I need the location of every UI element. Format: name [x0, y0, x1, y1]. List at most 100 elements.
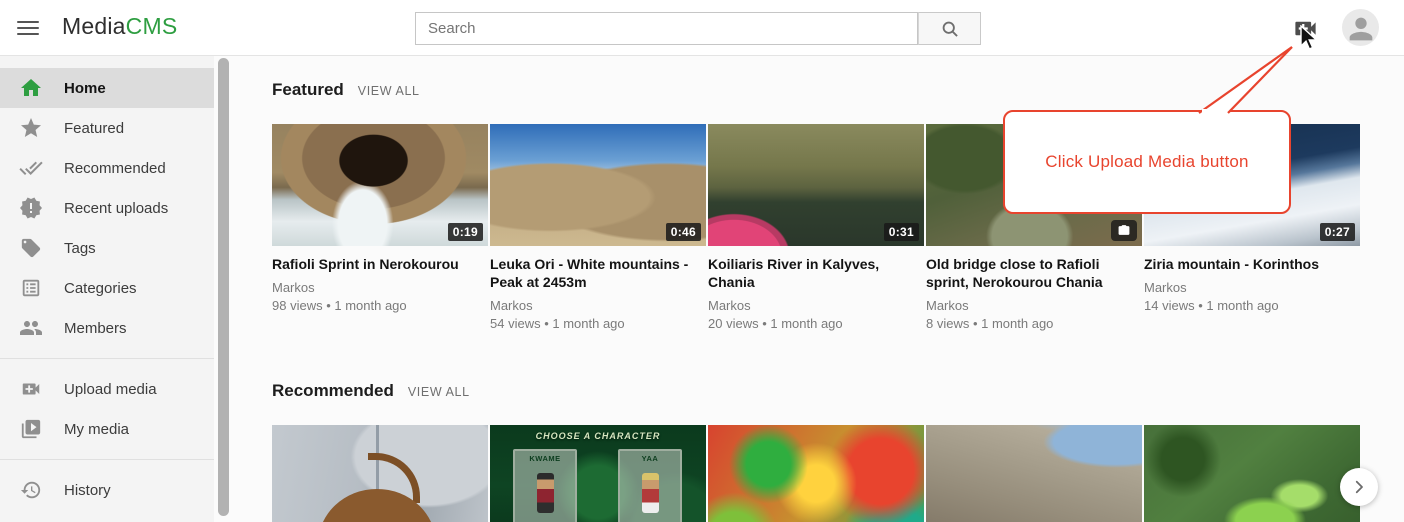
- sidebar-item-members[interactable]: Members: [0, 308, 214, 348]
- video-card[interactable]: 0:19 Rafioli Sprint in Nerokourou Markos…: [272, 124, 488, 331]
- game-character-panel: YAA: [618, 449, 682, 522]
- game-character-panel: KWAME: [513, 449, 577, 522]
- sidebar-divider: [0, 358, 214, 359]
- video-thumbnail-game-character-select[interactable]: CHOOSE A CHARACTER KWAME YAA Selected Se…: [490, 425, 706, 522]
- video-author[interactable]: Markos: [272, 280, 488, 295]
- video-title[interactable]: Koiliaris River in Kalyves, Chania: [708, 255, 924, 291]
- sidebar-item-categories[interactable]: Categories: [0, 268, 214, 308]
- video-author[interactable]: Markos: [926, 298, 1142, 313]
- carousel-next-button[interactable]: [1340, 468, 1378, 506]
- video-library-icon: [19, 417, 43, 441]
- sidebar-item-label: Members: [64, 320, 127, 337]
- sidebar-scrollbar[interactable]: [218, 58, 229, 516]
- video-card[interactable]: CHOOSE A CHARACTER KWAME YAA Selected Se…: [490, 425, 706, 522]
- user-avatar[interactable]: [1342, 9, 1379, 46]
- annotation-callout: Click Upload Media button: [1003, 110, 1291, 214]
- game-character-sprite: [642, 473, 659, 513]
- sidebar-item-label: Home: [64, 80, 106, 97]
- video-card[interactable]: [1144, 425, 1360, 522]
- upload-media-icon: [1292, 15, 1319, 42]
- video-author[interactable]: Markos: [708, 298, 924, 313]
- menu-icon[interactable]: [14, 16, 42, 40]
- sidebar-item-upload-media[interactable]: Upload media: [0, 369, 214, 409]
- featured-section-header: Featured VIEW ALL: [272, 80, 1404, 100]
- categories-icon: [19, 276, 43, 300]
- section-title: Featured: [272, 80, 344, 100]
- video-title[interactable]: Ziria mountain - Korinthos: [1144, 255, 1360, 273]
- camera-icon: [1117, 224, 1131, 237]
- sidebar-item-featured[interactable]: Featured: [0, 108, 214, 148]
- video-thumbnail-color-blur[interactable]: [708, 425, 924, 522]
- video-card[interactable]: 0:46 Leuka Ori - White mountains - Peak …: [490, 124, 706, 331]
- video-meta: 8 views • 1 month ago: [926, 316, 1142, 331]
- logo-media: Media: [62, 13, 126, 39]
- video-meta: 20 views • 1 month ago: [708, 316, 924, 331]
- photo-badge: [1111, 220, 1137, 241]
- video-card[interactable]: [926, 425, 1142, 522]
- sidebar-item-recent-uploads[interactable]: Recent uploads: [0, 188, 214, 228]
- search-input[interactable]: [415, 12, 918, 45]
- recommended-view-all-link[interactable]: VIEW ALL: [408, 385, 470, 399]
- search-bar: [415, 12, 981, 45]
- game-character-name: YAA: [620, 454, 680, 463]
- video-thumbnail-rocky-ridge[interactable]: [926, 425, 1142, 522]
- sidebar-item-label: My media: [64, 421, 129, 438]
- new-releases-icon: [19, 196, 43, 220]
- home-icon: [19, 76, 43, 100]
- game-screen-heading: CHOOSE A CHARACTER: [490, 431, 706, 441]
- search-button[interactable]: [918, 12, 981, 45]
- sidebar: Home Featured Recommended Recent uploads…: [0, 56, 214, 522]
- video-thumbnail-fountain[interactable]: 0:19: [272, 124, 488, 246]
- video-title[interactable]: Rafioli Sprint in Nerokourou: [272, 255, 488, 273]
- sidebar-item-label: Upload media: [64, 381, 157, 398]
- featured-view-all-link[interactable]: VIEW ALL: [358, 84, 420, 98]
- chevron-right-icon: [1350, 478, 1368, 496]
- history-icon: [19, 478, 43, 502]
- done-all-icon: [19, 156, 43, 180]
- star-icon: [19, 116, 43, 140]
- logo[interactable]: MediaCMS: [62, 13, 177, 40]
- video-author[interactable]: Markos: [490, 298, 706, 313]
- duration-badge: 0:19: [448, 223, 483, 241]
- section-title: Recommended: [272, 381, 394, 401]
- sidebar-item-history[interactable]: History: [0, 470, 214, 510]
- annotation-text: Click Upload Media button: [1045, 152, 1248, 172]
- sidebar-item-label: Recommended: [64, 160, 166, 177]
- sidebar-item-my-media[interactable]: My media: [0, 409, 214, 449]
- video-thumbnail-green-leaves[interactable]: [1144, 425, 1360, 522]
- top-bar: MediaCMS: [0, 0, 1404, 56]
- group-icon: [19, 316, 43, 340]
- video-author[interactable]: Markos: [1144, 280, 1360, 295]
- duration-badge: 0:31: [884, 223, 919, 241]
- video-call-icon: [19, 377, 43, 401]
- video-thumbnail-pumpkin-craft[interactable]: [272, 425, 488, 522]
- sidebar-divider: [0, 459, 214, 460]
- sidebar-item-label: Tags: [64, 240, 96, 257]
- recommended-video-row: CHOOSE A CHARACTER KWAME YAA Selected Se…: [272, 425, 1404, 522]
- video-thumbnail-river[interactable]: 0:31: [708, 124, 924, 246]
- video-meta: 54 views • 1 month ago: [490, 316, 706, 331]
- video-thumbnail-mountains[interactable]: 0:46: [490, 124, 706, 246]
- video-title[interactable]: Leuka Ori - White mountains - Peak at 24…: [490, 255, 706, 291]
- game-character-name: KWAME: [515, 454, 575, 463]
- game-character-sprite: [537, 473, 554, 513]
- video-card[interactable]: [272, 425, 488, 522]
- search-icon: [940, 19, 960, 39]
- sidebar-item-label: History: [64, 482, 111, 499]
- tag-icon: [19, 236, 43, 260]
- recommended-section-header: Recommended VIEW ALL: [272, 381, 1404, 401]
- mediacms-page: MediaCMS Home Featured Recommended: [0, 0, 1404, 522]
- sidebar-item-recommended[interactable]: Recommended: [0, 148, 214, 188]
- upload-media-button[interactable]: [1291, 15, 1319, 43]
- sidebar-item-home[interactable]: Home: [0, 68, 214, 108]
- sidebar-item-tags[interactable]: Tags: [0, 228, 214, 268]
- sidebar-item-label: Recent uploads: [64, 200, 168, 217]
- person-icon: [1344, 12, 1378, 46]
- video-meta: 14 views • 1 month ago: [1144, 298, 1360, 313]
- video-title[interactable]: Old bridge close to Rafioli sprint, Nero…: [926, 255, 1142, 291]
- video-card[interactable]: 0:31 Koiliaris River in Kalyves, Chania …: [708, 124, 924, 331]
- video-card[interactable]: [708, 425, 924, 522]
- sidebar-item-label: Categories: [64, 280, 137, 297]
- duration-badge: 0:46: [666, 223, 701, 241]
- logo-cms: CMS: [126, 13, 178, 39]
